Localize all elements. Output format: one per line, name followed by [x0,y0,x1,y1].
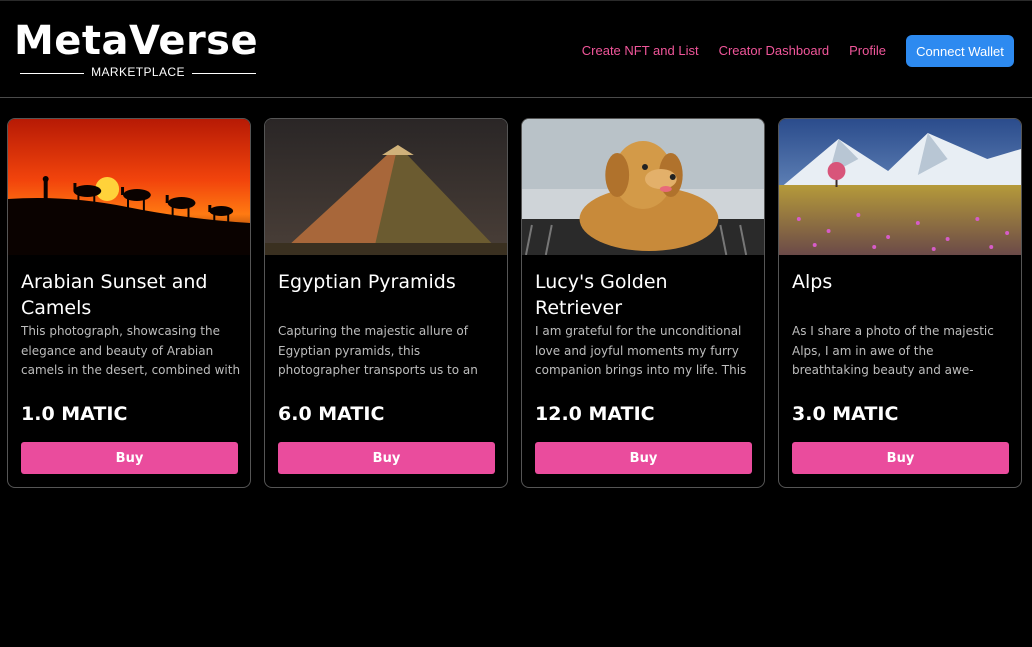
nft-price: 12.0 MATIC [535,403,655,425]
logo-divider-right [192,73,256,74]
nft-description: As I share a photo of the majestic Alps,… [792,324,994,377]
nft-title: Alps [792,271,833,293]
main-nav: Create NFT and List Creator Dashboard Pr… [582,43,886,58]
nft-card: Lucy's Golden Retriever I am grateful fo… [521,118,765,488]
pyramid-image[interactable] [265,119,507,255]
buy-button[interactable]: Buy [278,442,495,474]
nft-description: Capturing the majestic allure of Egyptia… [278,324,478,377]
sunset-camels-image[interactable] [8,119,250,255]
metaverse-logo[interactable]: MetaVerse MARKETPLACE [14,18,259,83]
nav-create-nft[interactable]: Create NFT and List [582,43,699,58]
nav-creator-dashboard[interactable]: Creator Dashboard [719,43,830,58]
logo-subtitle: MARKETPLACE [91,65,185,79]
nft-grid: Arabian Sunset and Camels This photograp… [7,118,1022,488]
nft-title: Egyptian Pyramids [278,271,456,293]
buy-button[interactable]: Buy [21,442,238,474]
nav-profile[interactable]: Profile [849,43,886,58]
nft-price: 3.0 MATIC [792,403,899,425]
nft-card: Arabian Sunset and Camels This photograp… [7,118,251,488]
nft-title: Arabian Sunset and Camels [21,271,208,319]
logo-subtitle-row: MARKETPLACE [20,65,256,81]
nft-description: I am grateful for the unconditional love… [535,324,747,377]
nft-title: Lucy's Golden Retriever [535,271,668,319]
buy-button[interactable]: Buy [792,442,1009,474]
nft-card: Egyptian Pyramids Capturing the majestic… [264,118,508,488]
buy-button[interactable]: Buy [535,442,752,474]
connect-wallet-button[interactable]: Connect Wallet [906,35,1014,67]
top-header: MetaVerse MARKETPLACE Create NFT and Lis… [0,0,1032,98]
nft-price: 1.0 MATIC [21,403,128,425]
alps-image[interactable] [779,119,1021,255]
nft-description: This photograph, showcasing the elegance… [21,324,241,377]
nft-price: 6.0 MATIC [278,403,385,425]
logo-wordmark: MetaVerse [14,18,259,64]
nft-card: Alps As I share a photo of the majestic … [778,118,1022,488]
golden-retriever-image[interactable] [522,119,764,255]
